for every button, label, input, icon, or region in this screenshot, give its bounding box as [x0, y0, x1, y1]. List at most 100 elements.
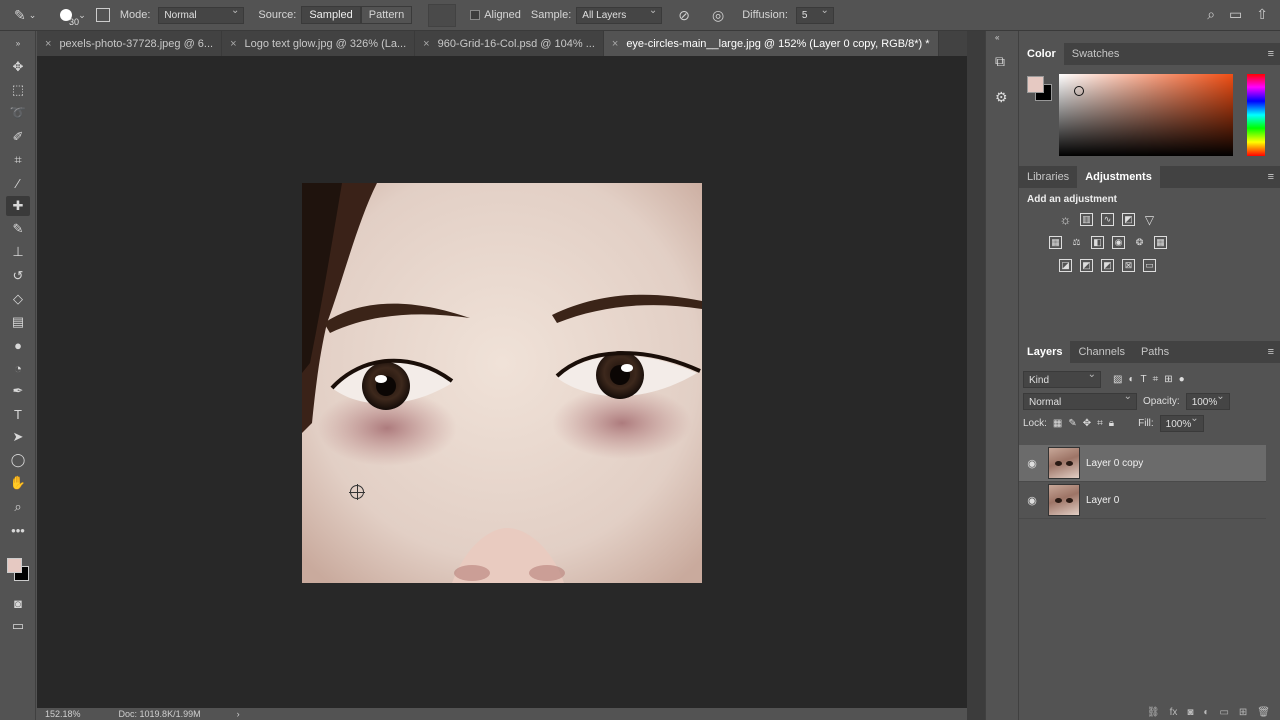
lasso-icon[interactable]: ➰	[6, 103, 30, 123]
tab-color[interactable]: Color	[1019, 43, 1064, 65]
screen-mode-icon[interactable]: ▭	[6, 616, 30, 636]
delete-layer-icon[interactable]: 🗑︎	[1257, 707, 1270, 718]
layer-row[interactable]: ◉ Layer 0 copy	[1019, 445, 1266, 482]
eraser-icon[interactable]: ◇	[6, 289, 30, 309]
hue-saturation-icon[interactable]: ▦	[1049, 236, 1062, 249]
crop-icon[interactable]: ⌗	[6, 150, 30, 170]
color-swatches[interactable]	[7, 558, 31, 584]
channel-mixer-icon[interactable]: ❂	[1133, 236, 1146, 249]
fx-icon[interactable]: fx	[1170, 707, 1178, 718]
hand-icon[interactable]: ✋	[6, 473, 30, 493]
close-icon[interactable]: ×	[612, 38, 618, 50]
source-pattern-button[interactable]: Pattern	[360, 6, 413, 24]
history-brush-icon[interactable]: ↺	[6, 266, 30, 286]
tab-adjustments[interactable]: Adjustments	[1077, 166, 1160, 188]
link-layers-icon[interactable]: ⛓	[1147, 707, 1160, 718]
blur-icon[interactable]: ●	[6, 335, 30, 355]
sample-select[interactable]: All Layers	[576, 5, 663, 24]
new-adjustment-icon[interactable]: ◐	[1203, 707, 1209, 718]
document-canvas[interactable]	[37, 56, 967, 708]
levels-icon[interactable]: ▥	[1080, 213, 1093, 226]
color-lookup-icon[interactable]: ▦	[1154, 236, 1167, 249]
marquee-icon[interactable]: ⬚	[6, 80, 30, 100]
properties-panel-icon[interactable]: ⚙	[995, 89, 1008, 106]
tab-document-1[interactable]: × pexels-photo-37728.jpeg @ 6...	[37, 31, 223, 56]
layer-name[interactable]: Layer 0	[1086, 495, 1119, 506]
gradient-map-icon[interactable]: ▭	[1143, 259, 1156, 272]
lock-image-icon[interactable]: ✎	[1068, 418, 1076, 429]
quick-mask-icon[interactable]: ◙	[6, 593, 30, 613]
status-menu-arrow[interactable]: ›	[237, 709, 240, 719]
move-icon[interactable]: ✥	[6, 57, 30, 77]
gradient-icon[interactable]: ▤	[6, 312, 30, 332]
tab-channels[interactable]: Channels	[1070, 341, 1132, 363]
tab-swatches[interactable]: Swatches	[1064, 43, 1128, 65]
brush-icon[interactable]: ✎	[6, 219, 30, 239]
tab-libraries[interactable]: Libraries	[1019, 166, 1077, 188]
filter-adjustment-icon[interactable]: ◐	[1128, 374, 1134, 385]
panel-menu-icon[interactable]: ≡	[1268, 171, 1274, 183]
foreground-color-swatch[interactable]	[1027, 76, 1044, 93]
type-icon[interactable]: T	[6, 404, 30, 424]
new-group-icon[interactable]: ▭	[1219, 707, 1228, 718]
search-icon[interactable]: ⌕	[1207, 6, 1215, 23]
visibility-eye-icon[interactable]: ◉	[1019, 457, 1045, 470]
filter-kind-select[interactable]: Kind	[1023, 369, 1101, 388]
pattern-picker[interactable]	[428, 3, 457, 27]
workspace-icon[interactable]: ▭	[1229, 6, 1242, 23]
source-sampled-button[interactable]: Sampled	[301, 6, 361, 24]
ignore-adjustment-layers-icon[interactable]: ⊘	[678, 7, 690, 24]
photo-filter-icon[interactable]: ◉	[1112, 236, 1125, 249]
lock-all-icon[interactable]: 🔒︎	[1109, 418, 1114, 429]
ellipse-icon[interactable]: ◯	[6, 450, 30, 470]
eyedropper-icon[interactable]: ⁄	[6, 173, 30, 193]
hue-slider[interactable]	[1247, 74, 1265, 156]
lock-position-icon[interactable]: ✥	[1083, 418, 1091, 429]
dodge-icon[interactable]: ◔	[6, 358, 30, 378]
zoom-icon[interactable]: ⌕	[6, 497, 30, 517]
image-photo[interactable]	[302, 183, 702, 583]
curves-icon[interactable]: ∿	[1101, 213, 1114, 226]
invert-icon[interactable]: ◪	[1059, 259, 1072, 272]
share-icon[interactable]: ⇧	[1256, 6, 1268, 23]
fill-input[interactable]: 100%	[1159, 413, 1204, 432]
selective-color-icon[interactable]: ⊠	[1122, 259, 1135, 272]
visibility-eye-icon[interactable]: ◉	[1019, 494, 1045, 507]
filter-type-icon[interactable]: T	[1141, 374, 1147, 385]
brightness-icon[interactable]: ☼	[1059, 213, 1072, 226]
exposure-icon[interactable]: ◩	[1122, 213, 1135, 226]
pen-icon[interactable]: ✒	[6, 381, 30, 401]
more-icon[interactable]: •••	[6, 520, 30, 540]
quick-select-icon[interactable]: ✐	[6, 127, 30, 147]
history-panel-icon[interactable]: ⧉	[995, 53, 1005, 70]
tab-document-4[interactable]: × eye-circles-main__large.jpg @ 152% (Lay…	[603, 31, 939, 56]
add-mask-icon[interactable]: ◙	[1187, 707, 1193, 718]
foreground-color-swatch[interactable]	[7, 558, 22, 573]
tab-paths[interactable]: Paths	[1133, 341, 1177, 363]
tab-layers[interactable]: Layers	[1019, 341, 1071, 363]
filter-pixel-icon[interactable]: ▨	[1113, 374, 1122, 385]
mode-select[interactable]: Normal	[158, 5, 245, 24]
filter-smart-object-icon[interactable]: ⊞	[1164, 374, 1172, 385]
brush-settings-button[interactable]	[95, 8, 110, 22]
posterize-icon[interactable]: ◩	[1080, 259, 1093, 272]
lock-transparent-icon[interactable]: ▦	[1053, 418, 1062, 429]
close-icon[interactable]: ×	[45, 38, 51, 50]
expand-icon[interactable]: «	[995, 33, 999, 42]
collapse-icon[interactable]: »	[6, 33, 30, 53]
close-icon[interactable]: ×	[230, 38, 236, 50]
layer-row[interactable]: ◉ Layer 0	[1019, 482, 1266, 519]
color-picker-field[interactable]	[1059, 74, 1233, 156]
diffusion-select[interactable]: 5	[795, 5, 834, 24]
aligned-checkbox[interactable]	[470, 10, 481, 20]
zoom-level[interactable]: 152.18%	[45, 709, 81, 719]
healing-brush-icon[interactable]: ✚	[6, 196, 30, 216]
vibrance-icon[interactable]: ▽	[1143, 213, 1156, 226]
layer-name[interactable]: Layer 0 copy	[1086, 458, 1143, 469]
filter-shape-icon[interactable]: ⌗	[1153, 374, 1159, 385]
opacity-input[interactable]: 100%	[1185, 391, 1230, 410]
filter-toggle-icon[interactable]: ●	[1179, 374, 1185, 385]
path-select-icon[interactable]: ➤	[6, 427, 30, 447]
panel-menu-icon[interactable]: ≡	[1268, 48, 1274, 60]
tab-document-2[interactable]: × Logo text glow.jpg @ 326% (La...	[222, 31, 416, 56]
